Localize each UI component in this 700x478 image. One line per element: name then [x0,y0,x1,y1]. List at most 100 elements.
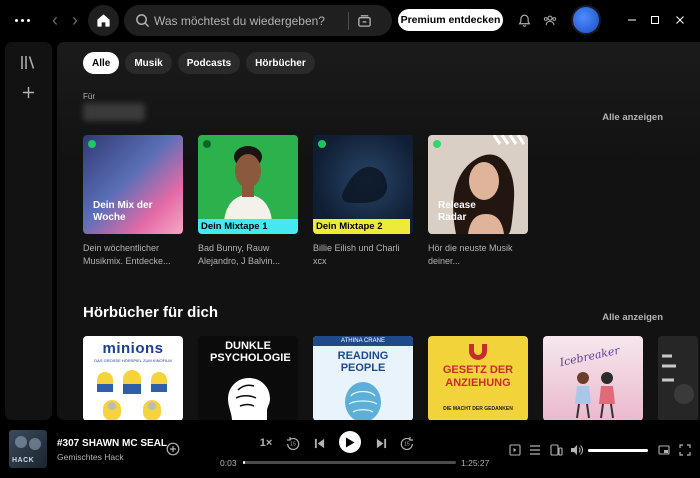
book-author: ATHINA CRANE [313,336,413,346]
see-all-made-for[interactable]: Alle anzeigen [602,112,663,123]
total-duration: 1:25:27 [461,458,490,468]
book-subtitle: DAS GROSSE HÖRSPIEL ZUM KINOFILM [94,358,172,363]
connect-device-icon[interactable] [548,442,564,458]
now-playing-view-icon[interactable] [507,442,523,458]
skip-forward-15-button[interactable]: 15 [399,433,415,453]
menu-dots-icon[interactable] [10,10,34,30]
premium-button[interactable]: Premium entdecken [398,9,503,31]
play-icon [346,437,355,447]
search-bar[interactable] [124,5,392,36]
playlist-cover: Dein Mixtape 2 [313,135,413,234]
filter-chip-music[interactable]: Musik [125,52,172,74]
search-icon [124,13,154,28]
skip-forward-icon: 15 [400,437,413,450]
audiobook-card[interactable]: ATHINA CRANE READING PEOPLE [313,336,413,420]
card-description: Bad Bunny, Rauw Alejandro, J Balvin... [198,243,281,266]
book-title: READING PEOPLE [337,350,389,374]
audiobook-card[interactable]: minions DAS GROSSE HÖRSPIEL ZUM KINOFILM [83,336,183,420]
book-title: minions [102,340,164,357]
audiobooks-section-title: Hörbücher für dich [83,304,219,321]
close-icon[interactable] [668,10,692,30]
progress-fill [243,461,246,464]
filter-chip-all[interactable]: Alle [83,52,120,74]
mix-title-bar: Dein Mixtape 2 [313,219,410,234]
previous-icon[interactable] [311,433,327,453]
card-description: Billie Eilish und Charli xcx [313,243,400,266]
main-content: Alle Musik Podcasts Hörbücher Für Alle a… [57,42,700,420]
library-icon[interactable] [18,52,38,72]
skip-forward-label: 15 [404,442,410,448]
forward-arrow-icon[interactable]: › [66,10,84,30]
elapsed-time: 0:03 [220,458,237,468]
skip-back-15-button[interactable]: 15 [285,433,301,453]
search-input[interactable] [154,13,344,28]
maximize-icon[interactable] [643,10,667,30]
mini-player-icon[interactable] [656,442,672,458]
spotify-logo-icon [318,140,326,148]
book-cover-art-icon [658,336,698,420]
now-playing-subtitle[interactable]: Gemischtes Hack [57,452,124,462]
card-description: Hör die neuste Musik deiner... [428,243,513,266]
bell-icon[interactable] [514,10,534,30]
head-silhouette-icon [228,378,270,420]
filter-chip-podcasts[interactable]: Podcasts [177,52,241,74]
artist-photo-icon [342,166,387,203]
cover-art-text: HACK [12,457,35,464]
for-label: Für [83,92,95,101]
spotify-logo-icon [433,140,441,148]
playlist-card[interactable]: Dein Mix der Woche Dein wöchentlicher Mu… [83,135,183,267]
add-to-library-icon[interactable] [166,442,180,456]
volume-icon[interactable] [568,442,584,458]
cover-title: Dein Mix der Woche [93,200,153,223]
skip-back-label: 15 [290,442,296,448]
brain-head-icon [345,382,381,420]
queue-icon[interactable] [527,442,543,458]
now-playing-cover[interactable]: HACK [9,430,47,468]
browse-icon[interactable] [349,13,379,28]
playlist-cover: Dein Mix der Woche [83,135,183,234]
playlist-cover: Release Radar [428,135,528,234]
plus-icon[interactable] [18,82,38,102]
top-bar: ‹ › Premium entdecken [0,0,700,40]
magnet-icon [469,344,487,360]
audiobook-card[interactable]: DUNKLE PSYCHOLOGIE [198,336,298,420]
audiobook-card[interactable] [658,336,698,420]
playlist-card[interactable]: Dein Mixtape 2 Billie Eilish und Charli … [313,135,413,267]
friends-icon[interactable] [540,10,560,30]
audiobook-card[interactable]: GESETZ DER ANZIEHUNG DIE MACHT DER GEDAN… [428,336,528,420]
audiobook-cards: minions DAS GROSSE HÖRSPIEL ZUM KINOFILM… [83,336,698,420]
playback-speed-button[interactable]: 1× [258,433,274,453]
now-playing-title[interactable]: #307 SHAWN MC SEAL [57,438,167,449]
home-icon [97,14,110,27]
blurred-username [83,103,145,121]
audiobook-card[interactable]: Icebreaker [543,336,643,420]
skip-back-icon: 15 [287,437,300,450]
made-for-cards: Dein Mix der Woche Dein wöchentlicher Mu… [83,135,528,267]
play-button[interactable] [339,431,361,453]
see-all-audiobooks[interactable]: Alle anzeigen [602,312,663,323]
next-icon[interactable] [373,433,389,453]
playlist-card[interactable]: Dein Mixtape 1 Bad Bunny, Rauw Alejandro… [198,135,298,267]
volume-slider[interactable] [588,449,648,452]
avatar[interactable] [571,5,601,35]
progress-bar[interactable] [243,461,456,464]
minimize-icon[interactable] [620,10,644,30]
filter-chips: Alle Musik Podcasts Hörbücher [83,52,315,74]
back-arrow-icon[interactable]: ‹ [46,10,64,30]
fullscreen-icon[interactable] [677,442,693,458]
playlist-cover: Dein Mixtape 1 [198,135,298,234]
filter-chip-audiobooks[interactable]: Hörbücher [246,52,315,74]
cover-title: Release Radar [438,200,476,223]
spotify-logo-icon [203,140,211,148]
artist-photo-icon [224,146,272,221]
minions-illustration-icon [97,370,167,420]
book-title: GESETZ DER ANZIEHUNG [442,364,514,389]
card-description: Dein wöchentlicher Musikmix. Entdecke... [83,243,171,266]
mix-title-bar: Dein Mixtape 1 [198,219,298,234]
book-title: DUNKLE PSYCHOLOGIE [210,340,291,364]
skaters-illustration-icon [575,372,615,419]
book-title: Icebreaker [558,343,621,370]
playlist-card[interactable]: Release Radar Hör die neuste Musik deine… [428,135,528,267]
home-button[interactable] [88,5,119,36]
volume-fill [588,449,648,452]
